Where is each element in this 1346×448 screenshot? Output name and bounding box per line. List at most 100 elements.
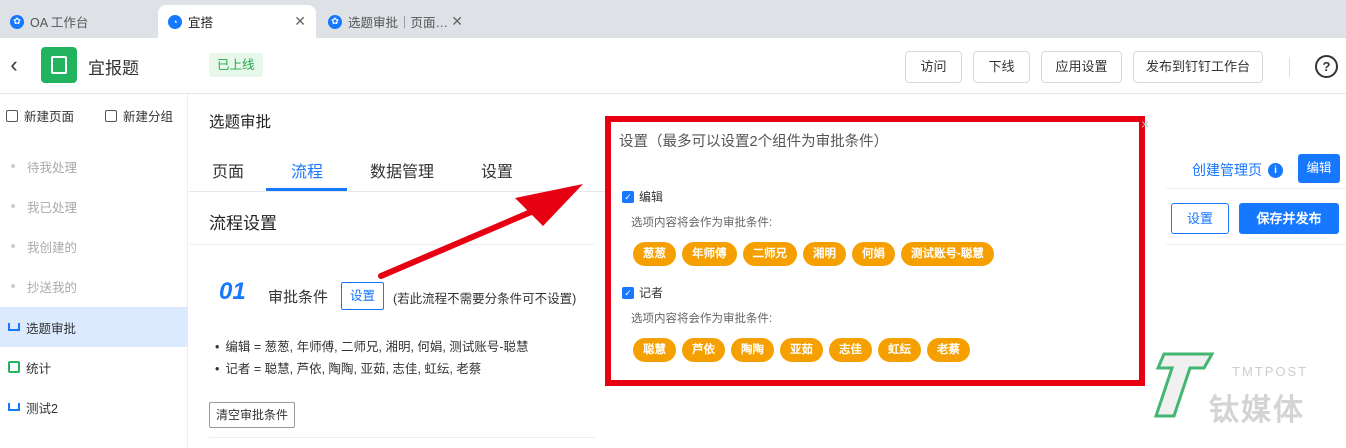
tag-list-editor: 葱葱 年师傅 二师兄 湘明 何娟 测试账号-聪慧 xyxy=(633,242,994,266)
condition-settings-popup: 设置（最多可以设置2个组件为审批条件） ✓ 编辑 选项内容将会作为审批条件: 葱… xyxy=(605,116,1145,386)
sidebar-item-label: 测试2 xyxy=(26,401,58,416)
close-icon[interactable]: ✕ xyxy=(451,13,463,30)
watermark-text-cn: 钛媒体 xyxy=(1209,394,1305,427)
help-icon[interactable]: ? xyxy=(1315,55,1338,78)
link-label: 创建管理页 xyxy=(1192,162,1262,178)
offline-button[interactable]: 下线 xyxy=(973,51,1030,83)
watermark-text-en: TMTPOST xyxy=(1232,364,1309,379)
option-tag: 芦依 xyxy=(682,338,725,362)
checkbox-checked-icon[interactable]: ✓ xyxy=(622,286,634,299)
new-page-label: 新建页面 xyxy=(24,110,75,124)
option-tag: 老蔡 xyxy=(927,338,970,362)
condition-list: 编辑 = 葱葱, 年师傅, 二师兄, 湘明, 何娟, 测试账号-聪慧 记者 = … xyxy=(215,336,529,380)
divider xyxy=(209,437,595,438)
checkbox-label: 编辑 xyxy=(639,190,664,204)
app-header: ‹ 宜报题 已上线 访问 下线 应用设置 发布到钉钉工作台 ? xyxy=(0,38,1346,94)
option-tag: 聪慧 xyxy=(633,338,676,362)
status-badge: 已上线 xyxy=(209,53,263,77)
tab-page[interactable]: 页面 xyxy=(212,158,244,182)
sidebar-item-pending[interactable]: 待我处理 xyxy=(0,146,188,186)
info-icon[interactable]: i xyxy=(1268,162,1283,178)
browser-tab-oa[interactable]: ✿ OA 工作台 xyxy=(0,5,155,38)
tab-label: 宜搭 xyxy=(188,16,214,30)
sidebar-item-test2[interactable]: 测试2 xyxy=(0,387,188,427)
option-tag: 测试账号-聪慧 xyxy=(901,242,994,266)
settings-button[interactable]: 设置 xyxy=(1171,203,1229,234)
sidebar-item-label: 我创建的 xyxy=(27,240,78,255)
sidebar-item-label: 选题审批 xyxy=(26,321,77,336)
section-title: 流程设置 xyxy=(209,214,277,233)
clear-conditions-button[interactable]: 清空审批条件 xyxy=(209,402,296,428)
active-tab-indicator xyxy=(266,188,347,191)
app-icon: ✿ xyxy=(10,14,24,29)
bullet-icon xyxy=(11,204,15,208)
tag-list-reporter: 聪慧 芦依 陶陶 亚茹 志佳 虹纭 老蔡 xyxy=(633,338,970,362)
report-icon xyxy=(8,361,20,373)
sidebar: 新建页面 新建分组 待我处理 我已处理 我创建的 抄送我的 选题审批 统计 测试… xyxy=(0,94,188,448)
close-icon[interactable]: × xyxy=(1141,116,1149,132)
tab-label: 选题审批｜页面… xyxy=(348,16,449,30)
sidebar-item-topic-approval[interactable]: 选题审批 xyxy=(0,307,188,347)
annotation-arrow xyxy=(378,184,583,279)
create-manage-page-link[interactable]: 创建管理页 i xyxy=(1192,160,1283,180)
new-page-button[interactable]: 新建页面 xyxy=(6,106,74,125)
option-tag: 虹纭 xyxy=(878,338,921,362)
list-item: 记者 = 聪慧, 芦依, 陶陶, 亚茹, 志佳, 虹纭, 老蔡 xyxy=(215,358,529,380)
divider xyxy=(1289,57,1290,77)
sidebar-item-stats[interactable]: 统计 xyxy=(0,347,188,387)
bullet-icon xyxy=(11,284,15,288)
sidebar-item-label: 我已处理 xyxy=(27,200,78,215)
app-icon: ✿ xyxy=(328,14,342,29)
checkbox-reporter[interactable]: ✓ 记者 xyxy=(622,284,663,301)
browser-tab-yida[interactable]: ◔ 宜搭 ✕ xyxy=(158,5,316,38)
sidebar-item-label: 待我处理 xyxy=(27,160,78,175)
app-settings-button[interactable]: 应用设置 xyxy=(1041,51,1122,83)
flow-tree-icon xyxy=(8,403,20,411)
document-icon xyxy=(51,56,67,74)
back-arrow-icon[interactable]: ‹ xyxy=(4,52,24,78)
option-tag: 年师傅 xyxy=(682,242,737,266)
option-tag: 湘明 xyxy=(803,242,846,266)
page-title: 选题审批 xyxy=(209,114,272,131)
option-tag: 陶陶 xyxy=(731,338,774,362)
edit-button[interactable]: 编辑 xyxy=(1298,154,1340,183)
sidebar-item-processed[interactable]: 我已处理 xyxy=(0,186,188,226)
yida-icon: ◔ xyxy=(168,14,182,29)
tab-flow[interactable]: 流程 xyxy=(291,158,323,182)
new-page-icon xyxy=(6,109,18,122)
option-tag: 亚茹 xyxy=(780,338,823,362)
divider xyxy=(1166,244,1346,245)
option-tag: 何娟 xyxy=(852,242,895,266)
browser-tab-approval[interactable]: ✿ 选题审批｜页面… ✕ xyxy=(318,5,473,38)
app-name: 宜报题 xyxy=(88,59,139,78)
publish-dingtalk-button[interactable]: 发布到钉钉工作台 xyxy=(1133,51,1263,83)
divider xyxy=(1166,188,1346,189)
condition-label: 审批条件 xyxy=(268,289,329,306)
bullet-icon xyxy=(11,244,15,248)
step-number: 01 xyxy=(219,278,246,305)
sidebar-item-cc[interactable]: 抄送我的 xyxy=(0,266,188,306)
sidebar-item-label: 抄送我的 xyxy=(27,280,78,295)
save-publish-button[interactable]: 保存并发布 xyxy=(1239,203,1339,234)
app-logo xyxy=(41,47,77,83)
option-tag: 志佳 xyxy=(829,338,872,362)
list-item: 编辑 = 葱葱, 年师傅, 二师兄, 湘明, 何娟, 测试账号-聪慧 xyxy=(215,336,528,358)
hint-text: 选项内容将会作为审批条件: xyxy=(631,217,773,229)
sidebar-item-created[interactable]: 我创建的 xyxy=(0,226,188,266)
checkbox-editor[interactable]: ✓ 编辑 xyxy=(622,188,663,205)
browser-tab-bar: ✿ OA 工作台 ◔ 宜搭 ✕ ✿ 选题审批｜页面… ✕ xyxy=(0,0,1346,38)
checkbox-checked-icon[interactable]: ✓ xyxy=(622,190,634,203)
new-group-label: 新建分组 xyxy=(123,110,174,124)
option-tag: 二师兄 xyxy=(742,242,797,266)
popup-title: 设置（最多可以设置2个组件为审批条件） xyxy=(619,134,889,150)
visit-button[interactable]: 访问 xyxy=(905,51,962,83)
hint-text: 选项内容将会作为审批条件: xyxy=(631,313,773,325)
close-icon[interactable]: ✕ xyxy=(294,13,306,30)
tab-label: OA 工作台 xyxy=(30,16,89,30)
flow-tree-icon xyxy=(8,323,20,331)
bullet-icon xyxy=(11,164,15,168)
option-tag: 葱葱 xyxy=(633,242,676,266)
checkbox-label: 记者 xyxy=(639,286,664,300)
new-group-icon xyxy=(105,109,117,122)
new-group-button[interactable]: 新建分组 xyxy=(105,106,173,125)
